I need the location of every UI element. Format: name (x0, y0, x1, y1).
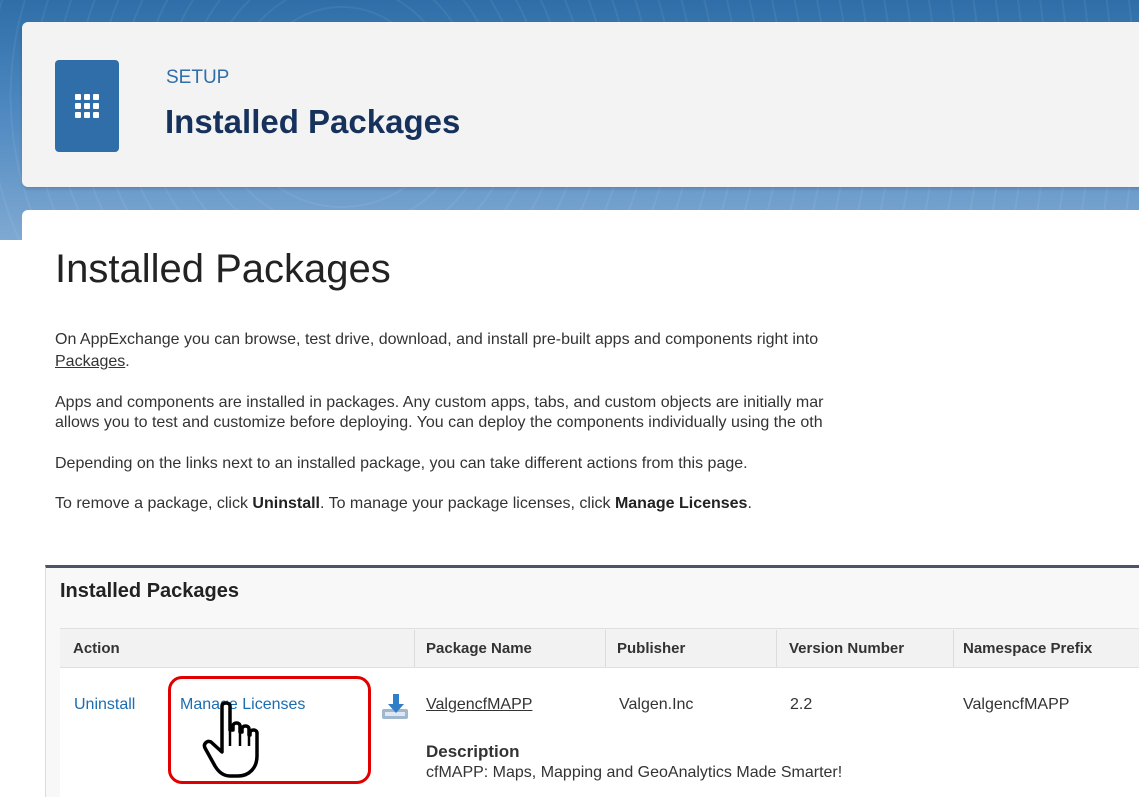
depending-text: Depending on the links next to an instal… (55, 455, 748, 472)
remove-text: To remove a package, click Uninstall. To… (55, 495, 752, 512)
publisher-value: Valgen.Inc (619, 696, 694, 713)
column-divider (953, 630, 954, 667)
column-namespace-prefix[interactable]: Namespace Prefix (963, 640, 1092, 657)
description-label: Description (426, 742, 520, 761)
apps-text-line2: allows you to test and customize before … (55, 414, 823, 431)
hand-cursor-icon (202, 701, 259, 778)
column-divider (776, 630, 777, 667)
version-value: 2.2 (790, 696, 813, 713)
highlight-box (168, 676, 371, 784)
page-title: Installed Packages (55, 247, 391, 291)
intro-text: On AppExchange you can browse, test driv… (55, 331, 819, 348)
column-version-number[interactable]: Version Number (789, 640, 904, 657)
download-icon[interactable] (380, 692, 410, 722)
namespace-value: ValgencfMAPP (963, 696, 1070, 713)
uninstall-link[interactable]: Uninstall (74, 696, 135, 714)
app-launcher-icon (55, 60, 119, 152)
column-publisher[interactable]: Publisher (617, 640, 685, 657)
header-title: Installed Packages (165, 103, 461, 140)
column-package-name[interactable]: Package Name (426, 640, 532, 657)
column-divider (605, 630, 606, 667)
packages-link[interactable]: Packages (55, 353, 125, 370)
setup-label[interactable]: SETUP (166, 67, 229, 89)
column-action[interactable]: Action (73, 640, 120, 657)
column-divider (414, 630, 415, 667)
package-name-link[interactable]: ValgencfMAPP (426, 696, 532, 714)
apps-text-line1: Apps and components are installed in pac… (55, 394, 824, 411)
description-text: cfMAPP: Maps, Mapping and GeoAnalytics M… (426, 764, 843, 781)
panel-title: Installed Packages (60, 580, 239, 602)
intro-text-cont: Packages. (55, 353, 130, 370)
